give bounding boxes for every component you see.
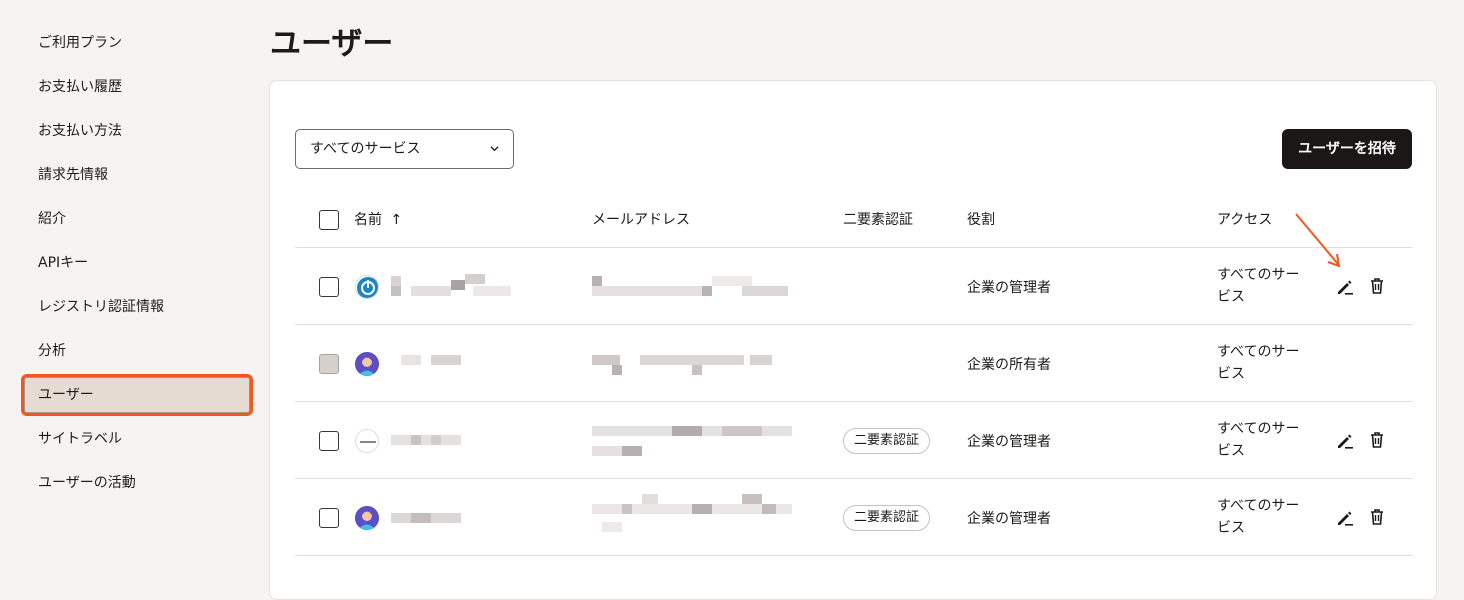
select-all-checkbox[interactable]: [319, 210, 339, 230]
sidebar: ご利用プラン お支払い履歴 お支払い方法 請求先情報 紹介 APIキー レジスト…: [0, 0, 262, 573]
access-cell: すべてのサービス: [1217, 498, 1300, 536]
sidebar-item-billing-info[interactable]: 請求先情報: [24, 157, 250, 193]
sidebar-item-label: 分析: [38, 343, 66, 359]
sidebar-item-registry-credentials[interactable]: レジストリ認証情報: [24, 289, 250, 325]
divider: [295, 247, 1413, 248]
sidebar-item-label: レジストリ認証情報: [38, 299, 164, 315]
pencil-icon[interactable]: [1335, 431, 1355, 451]
person-avatar-icon: [355, 506, 379, 530]
page-title: ユーザー: [270, 26, 394, 62]
role-cell: 企業の管理者: [967, 511, 1051, 527]
avatar: [355, 275, 379, 299]
sidebar-item-label: 請求先情報: [38, 167, 108, 183]
row-checkbox[interactable]: [319, 508, 339, 528]
divider: [295, 401, 1413, 402]
role-cell: 企業の管理者: [967, 280, 1051, 296]
sidebar-item-user-activity[interactable]: ユーザーの活動: [24, 465, 250, 501]
sidebar-item-payment-method[interactable]: お支払い方法: [24, 113, 250, 149]
sidebar-item-label: ご利用プラン: [38, 35, 122, 51]
sidebar-item-label: 紹介: [38, 211, 66, 227]
person-avatar-icon: [355, 352, 379, 376]
column-header-name[interactable]: 名前 ↑: [354, 209, 402, 229]
sidebar-item-users[interactable]: ユーザー: [21, 374, 253, 416]
users-card: すべてのサービス ユーザーを招待 名前 ↑ メールアドレス 二要素認証 役割 ア…: [269, 80, 1437, 600]
divider: [295, 478, 1413, 479]
row-checkbox[interactable]: [319, 431, 339, 451]
sidebar-item-plan[interactable]: ご利用プラン: [24, 25, 250, 61]
sidebar-item-analytics[interactable]: 分析: [24, 333, 250, 369]
role-cell: 企業の管理者: [967, 434, 1051, 450]
pencil-icon[interactable]: [1335, 277, 1355, 297]
column-header-two-factor: 二要素認証: [843, 212, 913, 228]
column-header-access: アクセス: [1217, 212, 1273, 228]
chevron-down-icon: [490, 146, 499, 152]
sidebar-item-payment-history[interactable]: お支払い履歴: [24, 69, 250, 105]
avatar: [355, 352, 379, 376]
service-filter-value: すべてのサービス: [310, 141, 421, 157]
column-header-role: 役割: [967, 212, 995, 228]
sidebar-item-site-labels[interactable]: サイトラベル: [24, 421, 250, 457]
avatar: [355, 429, 379, 453]
divider: [295, 324, 1413, 325]
row-checkbox: [319, 354, 339, 374]
two-factor-badge: 二要素認証: [843, 428, 931, 454]
trash-icon[interactable]: [1367, 276, 1387, 296]
sidebar-item-label: お支払い方法: [38, 123, 122, 139]
sort-ascending-icon: ↑: [390, 212, 403, 228]
annotation-arrow-icon: [1295, 213, 1341, 268]
access-cell: すべてのサービス: [1217, 344, 1300, 382]
avatar: [355, 506, 379, 530]
trash-icon[interactable]: [1367, 430, 1387, 450]
access-cell: すべてのサービス: [1217, 267, 1300, 305]
row-checkbox[interactable]: [319, 277, 339, 297]
divider: [295, 555, 1413, 556]
name-header-label: 名前: [354, 212, 382, 228]
company-logo-icon: [360, 441, 376, 443]
sidebar-item-referral[interactable]: 紹介: [24, 201, 250, 237]
trash-icon[interactable]: [1367, 507, 1387, 527]
service-filter-select[interactable]: すべてのサービス: [295, 129, 514, 169]
sidebar-item-label: ユーザーの活動: [38, 475, 136, 491]
column-header-email: メールアドレス: [592, 212, 690, 228]
role-cell: 企業の所有者: [967, 357, 1051, 373]
sidebar-item-label: サイトラベル: [38, 431, 122, 447]
two-factor-badge: 二要素認証: [843, 505, 931, 531]
sidebar-item-label: お支払い履歴: [38, 79, 122, 95]
power-logo-icon: [357, 277, 378, 298]
sidebar-item-api-keys[interactable]: APIキー: [24, 245, 250, 281]
access-cell: すべてのサービス: [1217, 421, 1300, 459]
sidebar-item-label: ユーザー: [38, 387, 94, 403]
pencil-icon[interactable]: [1335, 508, 1355, 528]
sidebar-item-label: APIキー: [38, 255, 89, 271]
invite-user-button[interactable]: ユーザーを招待: [1282, 129, 1412, 169]
